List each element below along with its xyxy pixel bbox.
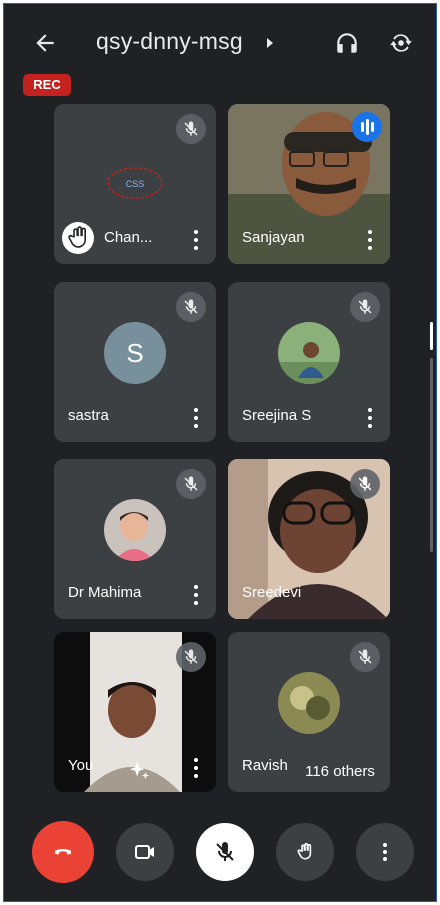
- participant-name: Sreejina S: [242, 407, 312, 424]
- mic-off-icon: [176, 469, 206, 499]
- css-logo: CSS: [107, 167, 163, 199]
- raise-hand-button[interactable]: [276, 823, 334, 881]
- hand-icon: [297, 843, 312, 860]
- mic-off-icon: [176, 114, 206, 144]
- camera-button[interactable]: [116, 823, 174, 881]
- participant-name: sastra: [68, 407, 109, 424]
- mic-off-icon: [350, 292, 380, 322]
- more-vert-icon[interactable]: [368, 230, 372, 250]
- effects-sparkle-icon[interactable]: [128, 760, 150, 782]
- more-vert-icon[interactable]: [194, 758, 198, 778]
- mic-off-icon: [350, 642, 380, 672]
- avatar: [278, 672, 340, 734]
- participant-tile[interactable]: Sreedevi: [228, 459, 390, 619]
- participant-name: Chan...: [104, 229, 153, 246]
- avatar: [104, 499, 166, 561]
- mic-toggle-button[interactable]: [196, 823, 254, 881]
- mic-off-icon: [176, 292, 206, 322]
- end-call-button[interactable]: [32, 821, 94, 883]
- more-vert-icon[interactable]: [368, 408, 372, 428]
- raised-hand-icon: [62, 222, 94, 254]
- more-options-button[interactable]: [356, 823, 414, 881]
- more-vert-icon: [383, 843, 387, 861]
- mic-off-icon: [176, 642, 206, 672]
- participant-name: Sreedevi: [242, 584, 302, 601]
- meet-screen: qsy-dnny-msg REC CSS Chan... Sanjayan S …: [3, 3, 437, 902]
- participant-name: Ravish: [242, 757, 288, 774]
- avatar: [278, 322, 340, 384]
- participant-name: Dr Mahima: [68, 584, 142, 601]
- mic-off-icon: [216, 842, 234, 861]
- participant-name: You: [68, 757, 94, 774]
- speaking-indicator-icon: [352, 112, 382, 142]
- participant-tile[interactable]: CSS Chan...: [54, 104, 216, 264]
- participant-tile[interactable]: S sastra: [54, 282, 216, 442]
- participant-tile[interactable]: Sanjayan: [228, 104, 390, 264]
- caret-right-icon[interactable]: [267, 38, 273, 48]
- scrollbar[interactable]: [430, 322, 433, 552]
- others-count-chip[interactable]: 116 others: [290, 756, 390, 788]
- avatar: S: [104, 322, 166, 384]
- camera-icon: [135, 845, 154, 859]
- more-vert-icon[interactable]: [194, 408, 198, 428]
- more-vert-icon[interactable]: [194, 230, 198, 250]
- mic-off-icon: [350, 469, 380, 499]
- participant-tile[interactable]: Sreejina S: [228, 282, 390, 442]
- recording-badge: REC: [23, 74, 71, 96]
- top-bar: qsy-dnny-msg: [4, 4, 436, 74]
- participant-tile[interactable]: Dr Mahima: [54, 459, 216, 619]
- meeting-code[interactable]: qsy-dnny-msg: [96, 28, 243, 55]
- end-call-icon: [55, 849, 71, 855]
- switch-camera-icon[interactable]: [388, 30, 414, 56]
- css-logo-text: CSS: [126, 179, 145, 189]
- more-vert-icon[interactable]: [194, 585, 198, 605]
- call-controls: [4, 809, 436, 901]
- participant-name: Sanjayan: [242, 229, 305, 246]
- participant-tile[interactable]: You: [54, 632, 216, 792]
- headphones-icon[interactable]: [334, 30, 360, 56]
- back-arrow-icon[interactable]: [32, 30, 58, 56]
